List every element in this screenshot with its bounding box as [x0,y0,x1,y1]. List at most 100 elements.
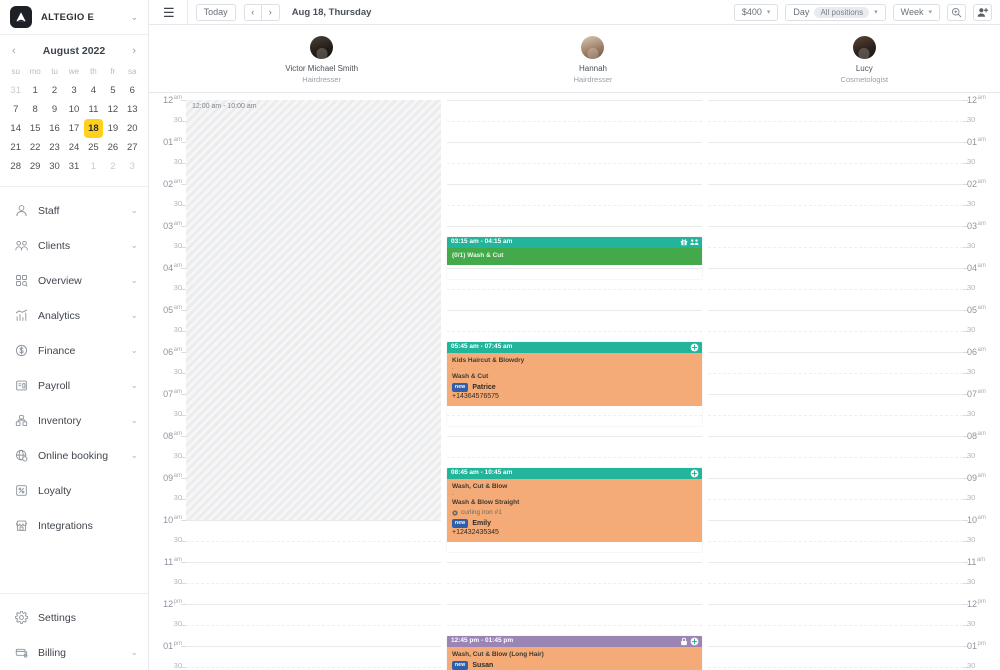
calendar-day[interactable]: 21 [6,138,25,157]
calendar-day[interactable]: 2 [45,81,64,100]
calendar-day[interactable]: 17 [64,119,83,138]
sidebar-item-analytics[interactable]: Analytics ⌄ [0,298,148,333]
calendar-day-selected[interactable]: 18 [83,119,104,138]
chevron-down-icon[interactable]: ⌄ [130,310,138,321]
calendar-day[interactable]: 31 [64,157,83,176]
time-label-hour: 07am [163,389,182,399]
calendar-day[interactable]: 12 [103,100,122,119]
staff-column-header[interactable]: Victor Michael Smith Hairdresser [186,25,457,92]
appointment-card[interactable]: 08:45 am - 10:45 am Wash, Cut & Blow · Wash… [447,467,702,552]
calendar-day[interactable]: 3 [64,81,83,100]
calendar-day[interactable]: 1 [84,157,103,176]
calendar-day[interactable]: 3 [123,157,142,176]
sidebar-item-finance[interactable]: Finance ⌄ [0,333,148,368]
appointment-card[interactable]: 05:45 am - 07:45 am Kids Haircut & Blowdr… [447,341,702,426]
next-day-button[interactable]: › [261,3,280,21]
appointment-card[interactable]: 12:45 pm - 01:45 pm Wash, Cut & Blow (Lon… [447,635,702,670]
calendar-day[interactable]: 22 [25,138,44,157]
sidebar-item-loyalty[interactable]: Loyalty [0,473,148,508]
calendar-day[interactable]: 27 [123,138,142,157]
plus-circle-icon[interactable] [690,469,699,478]
calendar-day[interactable]: 20 [123,119,142,138]
chevron-down-icon[interactable]: ⌄ [130,240,138,251]
calendar-day[interactable]: 9 [45,100,64,119]
hamburger-menu-icon[interactable]: ☰ [159,6,179,19]
calendar-day[interactable]: 10 [64,100,83,119]
gear-icon [14,610,29,625]
calendar-day[interactable]: 31 [6,81,25,100]
calendar-dow-row: su mo tu we th fr sa [6,65,142,81]
calendar-day[interactable]: 4 [84,81,103,100]
sidebar-item-payroll[interactable]: Payroll ⌄ [0,368,148,403]
time-label-half: 30 [173,367,182,376]
amount-filter-button[interactable]: $400 ▾ [733,3,779,21]
time-label-hour: 05am [163,305,182,315]
grid-line [447,310,702,311]
blocked-time-slot[interactable]: 12:00 am - 10:00 am [186,100,441,520]
calendar-day[interactable]: 29 [25,157,44,176]
chevron-down-icon[interactable]: ⌄ [130,450,138,461]
calendar-day[interactable]: 14 [6,119,25,138]
calendar-day[interactable]: 16 [45,119,64,138]
appointment-card[interactable]: 03:15 am - 04:15 am (0/1) Wash & Cut [447,236,702,279]
chevron-down-icon[interactable]: ⌄ [130,275,138,286]
calendar-day[interactable]: 30 [45,157,64,176]
calendar-day[interactable]: 19 [103,119,122,138]
gift-icon[interactable] [680,238,688,246]
positions-filter-button[interactable]: Day All positions ▾ [785,3,886,21]
time-label-hour: 07am [967,389,986,399]
schedule-column[interactable]: 12:00 am - 10:00 am [186,93,441,670]
calendar-day[interactable]: 13 [123,100,142,119]
chevron-down-icon[interactable]: ⌄ [130,345,138,356]
calendar-day[interactable]: 1 [25,81,44,100]
calendar-day[interactable]: 11 [84,100,103,119]
calendar-day[interactable]: 7 [6,100,25,119]
tick-mark [963,583,968,584]
chevron-down-icon[interactable]: ⌄ [130,205,138,216]
schedule-column[interactable] [708,93,963,670]
calendar-day[interactable]: 6 [123,81,142,100]
sidebar-item-online-booking[interactable]: Online booking ⌄ [0,438,148,473]
group-icon[interactable] [690,238,699,246]
chevron-down-icon[interactable]: ⌄ [130,415,138,426]
all-positions-pill: All positions [814,6,870,18]
calendar-next-month-button[interactable]: › [132,45,136,57]
tick-mark [963,310,968,311]
schedule-grid[interactable]: 12:00 am - 10:00 am 03:15 am - 04:15 am (0… [149,93,1000,670]
sidebar-item-inventory[interactable]: Inventory ⌄ [0,403,148,438]
sidebar-item-settings[interactable]: Settings [0,600,148,635]
add-user-icon[interactable] [973,3,992,21]
calendar-day[interactable]: 25 [84,138,103,157]
today-button[interactable]: Today [195,3,236,21]
calendar-day[interactable]: 2 [103,157,122,176]
brand-header[interactable]: ALTEGIO E ⌄ [0,0,148,35]
staff-column-header[interactable]: Lucy Cosmetologist [729,25,1000,92]
calendar-day[interactable]: 5 [103,81,122,100]
chevron-down-icon[interactable]: ⌄ [130,380,138,391]
magnifier-plus-icon[interactable] [947,3,966,21]
calendar-day[interactable]: 8 [25,100,44,119]
calendar-day[interactable]: 15 [25,119,44,138]
sidebar-item-staff[interactable]: Staff ⌄ [0,193,148,228]
chevron-down-icon[interactable]: ⌄ [130,12,138,23]
view-mode-button[interactable]: Week ▾ [892,3,940,21]
staff-name: Victor Michael Smith [285,63,359,73]
lock-icon[interactable] [680,637,688,646]
calendar-day[interactable]: 26 [103,138,122,157]
sidebar-item-clients[interactable]: Clients ⌄ [0,228,148,263]
plus-circle-icon[interactable] [690,343,699,352]
schedule-column[interactable]: 03:15 am - 04:15 am (0/1) Wash & Cut 05:45… [447,93,702,670]
chevron-down-icon[interactable]: ⌄ [130,647,138,658]
calendar-day[interactable]: 24 [64,138,83,157]
sidebar-item-billing[interactable]: Billing ⌄ [0,635,148,670]
sidebar-item-overview[interactable]: Overview ⌄ [0,263,148,298]
staff-column-header[interactable]: Hannah Hairdresser [457,25,728,92]
calendar-prev-month-button[interactable]: ‹ [12,45,16,57]
sidebar-item-integrations[interactable]: Integrations [0,508,148,543]
calendar-days-grid[interactable]: 31 1 2 3 4 5 6 7 8 9 10 11 12 13 14 15 16 17 18 19 20 21 22 23 2… [6,81,142,176]
plus-circle-icon[interactable] [690,637,699,646]
calendar-day[interactable]: 28 [6,157,25,176]
prev-day-button[interactable]: ‹ [243,3,262,21]
staff-role: Hairdresser [302,74,342,84]
calendar-day[interactable]: 23 [45,138,64,157]
